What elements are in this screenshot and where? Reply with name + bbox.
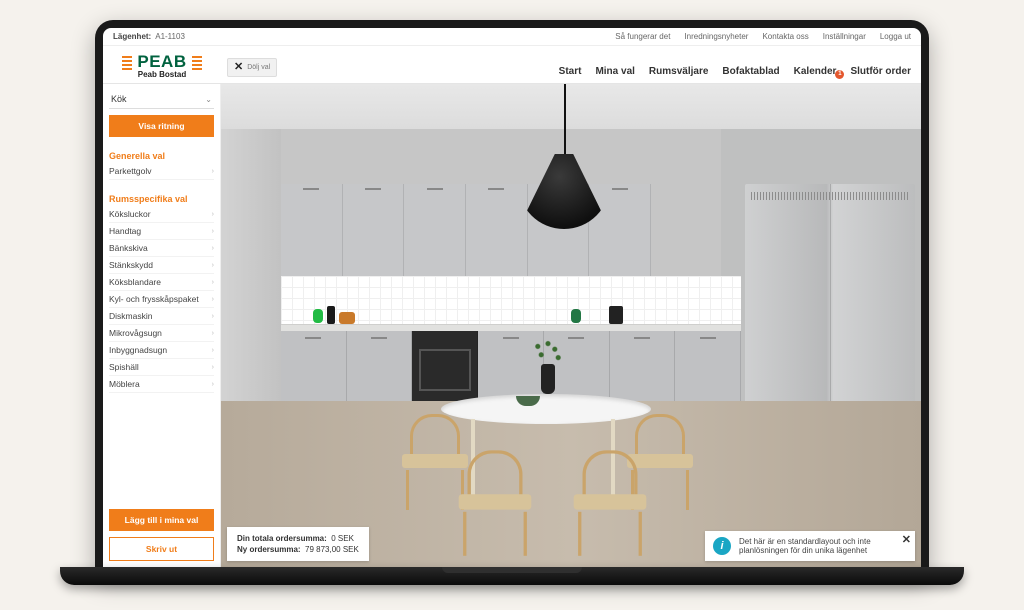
- info-toast: Det här är en standardlayout och inte pl…: [705, 531, 915, 561]
- sidebar-item-kyl-frys[interactable]: Kyl- och frysskåpspaket ›: [109, 291, 214, 308]
- laptop-frame: Lägenhet: A1-1103 Så fungerar det Inredn…: [95, 20, 929, 575]
- sidebar-bottom: Lägg till i mina val Skriv ut: [109, 495, 214, 561]
- close-icon[interactable]: ✕: [902, 533, 911, 546]
- close-icon: ✕: [234, 62, 243, 73]
- toplink-how-it-works[interactable]: Så fungerar det: [615, 32, 670, 41]
- tab-bofaktablad[interactable]: Bofaktablad: [722, 66, 779, 77]
- order-new-value: 79 873,00 SEK: [305, 545, 359, 554]
- sidebar-item-label: Möblera: [109, 379, 140, 389]
- chair: [567, 450, 653, 534]
- tab-start[interactable]: Start: [559, 66, 582, 77]
- order-summary-bar: Din totala ordersumma: 0 SEK Ny ordersum…: [227, 527, 369, 561]
- apartment-label: Lägenhet:: [113, 32, 151, 41]
- chevron-right-icon: ›: [212, 211, 214, 218]
- toplink-logout[interactable]: Logga ut: [880, 32, 911, 41]
- main-tabs: Start Mina val Rumsväljare Bofaktablad K…: [277, 66, 921, 83]
- tab-slutfor-order[interactable]: Slutför order: [850, 66, 911, 77]
- chevron-right-icon: ›: [212, 168, 214, 175]
- sidebar-item-mikrovagsugn[interactable]: Mikrovågsugn ›: [109, 325, 214, 342]
- sidebar-item-label: Parkettgolv: [109, 166, 152, 176]
- section-generic-title: Generella val: [109, 151, 214, 161]
- order-total-label: Din totala ordersumma:: [237, 534, 327, 543]
- sidebar: Kök ⌄ Visa ritning Generella val Parkett…: [103, 84, 221, 567]
- sidebar-item-label: Mikrovågsugn: [109, 328, 162, 338]
- tab-rumsvaljare[interactable]: Rumsväljare: [649, 66, 708, 77]
- chevron-down-icon: ⌄: [205, 95, 212, 104]
- tab-kalender-label: Kalender: [794, 66, 837, 77]
- room-select[interactable]: Kök ⌄: [109, 90, 214, 109]
- utility-bar: Lägenhet: A1-1103 Så fungerar det Inredn…: [103, 28, 921, 46]
- info-icon: [713, 537, 731, 555]
- sidebar-item-moblera[interactable]: Möblera ›: [109, 376, 214, 393]
- info-text: Det här är en standardlayout och inte pl…: [739, 537, 893, 555]
- hide-choices-button[interactable]: ✕ Dölj val: [227, 58, 277, 77]
- logo: PEAB: [122, 52, 202, 72]
- wall-cabinets: [281, 184, 651, 276]
- app-screen: Lägenhet: A1-1103 Så fungerar det Inredn…: [103, 28, 921, 567]
- chevron-right-icon: ›: [212, 313, 214, 320]
- sidebar-item-diskmaskin[interactable]: Diskmaskin ›: [109, 308, 214, 325]
- room-viewport[interactable]: Din totala ordersumma: 0 SEK Ny ordersum…: [221, 84, 921, 567]
- section-room-title: Rumsspecifika val: [109, 194, 214, 204]
- sidebar-item-label: Inbyggnadsugn: [109, 345, 167, 355]
- chevron-right-icon: ›: [212, 381, 214, 388]
- order-new-label: Ny ordersumma:: [237, 545, 301, 554]
- print-button[interactable]: Skriv ut: [109, 537, 214, 561]
- base-cabinets: [281, 331, 741, 401]
- chevron-right-icon: ›: [212, 245, 214, 252]
- sidebar-item-label: Handtag: [109, 226, 141, 236]
- logo-bars-left-icon: [122, 56, 132, 70]
- sidebar-item-parkettgolv[interactable]: Parkettgolv ›: [109, 163, 214, 180]
- sidebar-item-label: Kyl- och frysskåpspaket: [109, 294, 199, 304]
- room-select-value: Kök: [111, 94, 127, 104]
- chevron-right-icon: ›: [212, 296, 214, 303]
- main-area: Kök ⌄ Visa ritning Generella val Parkett…: [103, 84, 921, 567]
- sidebar-item-label: Diskmaskin: [109, 311, 152, 321]
- sidebar-item-koksluckor[interactable]: Köksluckor ›: [109, 206, 214, 223]
- toplink-news[interactable]: Inredningsnyheter: [684, 32, 748, 41]
- logo-text: PEAB: [137, 52, 186, 71]
- toplink-settings[interactable]: Inställningar: [823, 32, 866, 41]
- sidebar-item-inbyggnadsugn[interactable]: Inbyggnadsugn ›: [109, 342, 214, 359]
- order-total-value: 0 SEK: [331, 534, 354, 543]
- logo-bars-right-icon: [192, 56, 202, 70]
- chevron-right-icon: ›: [212, 330, 214, 337]
- sidebar-item-spishall[interactable]: Spishäll ›: [109, 359, 214, 376]
- sidebar-item-bankskiva[interactable]: Bänkskiva ›: [109, 240, 214, 257]
- oven: [412, 331, 478, 401]
- chevron-right-icon: ›: [212, 347, 214, 354]
- sidebar-item-label: Köksblandare: [109, 277, 161, 287]
- notification-badge: 1: [835, 70, 844, 79]
- logo-block: PEAB Peab Bostad: [103, 52, 221, 83]
- chevron-right-icon: ›: [212, 228, 214, 235]
- sidebar-item-label: Bänkskiva: [109, 243, 148, 253]
- header: PEAB Peab Bostad ✕ Dölj val Start Mina v…: [103, 46, 921, 84]
- chevron-right-icon: ›: [212, 279, 214, 286]
- sidebar-item-handtag[interactable]: Handtag ›: [109, 223, 214, 240]
- laptop-base: [60, 567, 964, 585]
- countertop: [281, 324, 741, 331]
- add-to-choices-button[interactable]: Lägg till i mina val: [109, 509, 214, 531]
- sidebar-item-label: Köksluckor: [109, 209, 151, 219]
- chair: [452, 450, 538, 534]
- toplink-contact[interactable]: Kontakta oss: [762, 32, 808, 41]
- hide-choices-label: Dölj val: [247, 64, 270, 71]
- apartment-value: A1-1103: [155, 32, 185, 41]
- sidebar-item-koksblandare[interactable]: Köksblandare ›: [109, 274, 214, 291]
- sidebar-item-label: Spishäll: [109, 362, 139, 372]
- chevron-right-icon: ›: [212, 262, 214, 269]
- chevron-right-icon: ›: [212, 364, 214, 371]
- sidebar-item-stankskydd[interactable]: Stänkskydd ›: [109, 257, 214, 274]
- show-drawing-button[interactable]: Visa ritning: [109, 115, 214, 137]
- tab-mina-val[interactable]: Mina val: [595, 66, 634, 77]
- kitchen-render: [221, 84, 921, 567]
- tab-kalender[interactable]: Kalender 1: [794, 66, 837, 77]
- sidebar-item-label: Stänkskydd: [109, 260, 153, 270]
- vase: [541, 364, 555, 394]
